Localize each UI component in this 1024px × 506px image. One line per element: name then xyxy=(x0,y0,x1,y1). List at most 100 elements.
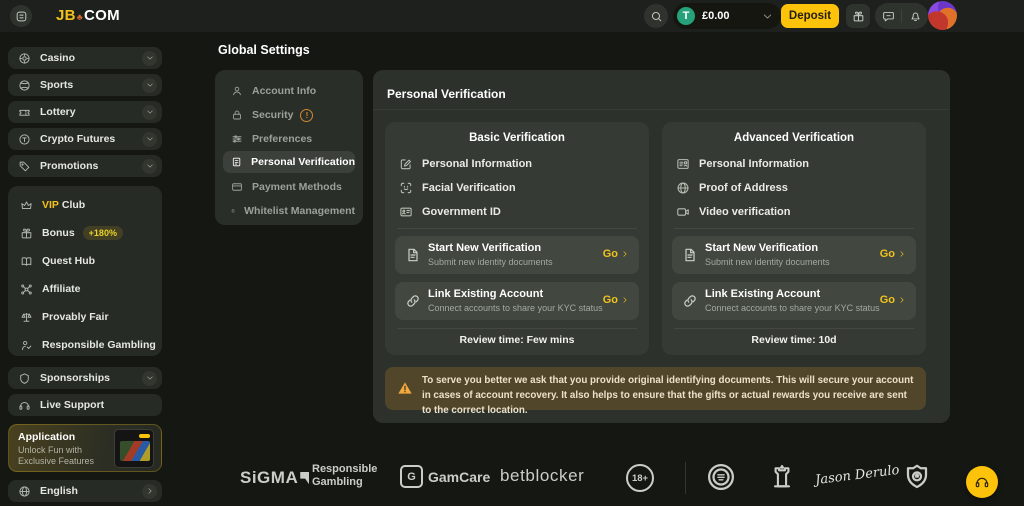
search-button[interactable] xyxy=(644,4,668,28)
expand-button[interactable] xyxy=(142,50,157,66)
sidebar-item-affiliate[interactable]: Affiliate xyxy=(12,276,158,302)
link-existing-account-row[interactable]: Link Existing Account Connect accounts t… xyxy=(672,282,916,320)
settings-item-payment-methods[interactable]: Payment Methods xyxy=(223,176,355,198)
document-icon xyxy=(405,247,421,263)
basic-verification-card: Basic Verification Personal Information … xyxy=(385,122,649,355)
sidebar-item-label: Provably Fair xyxy=(42,311,109,323)
settings-item-label: Payment Methods xyxy=(252,181,342,193)
sidebar-item-bonus[interactable]: Bonus +180% xyxy=(12,220,158,246)
sidebar-item-responsible-gambling[interactable]: Responsible Gambling xyxy=(12,332,158,358)
bonus-badge: +180% xyxy=(82,226,123,240)
bell-icon[interactable] xyxy=(909,10,922,23)
sidebar-item-label: Promotions xyxy=(40,160,99,172)
feature-label: Video verification xyxy=(699,206,791,218)
sigma-logo: SiGMA xyxy=(240,468,310,488)
go-link[interactable]: Go xyxy=(880,248,906,260)
expand-button[interactable] xyxy=(142,104,157,120)
feature-label: Government ID xyxy=(422,206,501,218)
jason-derulo-signature: Jason Derulo xyxy=(814,462,901,489)
casino-chip-icon xyxy=(18,52,31,65)
action-subtitle: Connect accounts to share your KYC statu… xyxy=(428,303,603,313)
lottery-ticket-icon xyxy=(18,106,31,119)
start-new-verification-row[interactable]: Start New Verification Submit new identi… xyxy=(672,236,916,274)
settings-menu: Account Info Security ! Preferences Pers… xyxy=(215,70,363,225)
feature-label: Personal Information xyxy=(422,158,533,170)
advanced-verification-card: Advanced Verification Personal Informati… xyxy=(662,122,926,355)
sidebar-item-sports[interactable]: Sports xyxy=(8,74,162,96)
action-subtitle: Submit new identity documents xyxy=(705,257,830,267)
deposit-button[interactable]: Deposit xyxy=(781,4,839,28)
expand-button[interactable] xyxy=(142,370,157,386)
feature-row: Video verification xyxy=(676,204,791,220)
betblocker-logo: betblocker xyxy=(500,466,585,485)
document-check-icon xyxy=(231,156,242,168)
menu-button[interactable] xyxy=(10,5,32,27)
section-title: Personal Verification xyxy=(387,87,506,101)
scale-icon xyxy=(20,311,33,324)
go-link[interactable]: Go xyxy=(603,294,629,306)
network-icon xyxy=(20,283,33,296)
warning-icon: ! xyxy=(300,108,314,122)
chevron-right-icon xyxy=(898,296,906,304)
sidebar-item-provably-fair[interactable]: Provably Fair xyxy=(12,304,158,330)
page-background: JB ♣ COM T £0.00 Deposit Casino Sports L… xyxy=(0,0,1024,506)
link-icon xyxy=(682,293,698,309)
sidebar-item-vip-club[interactable]: VIP Club xyxy=(12,192,158,218)
feature-row: Personal Information xyxy=(399,156,532,172)
feature-row: Government ID xyxy=(399,204,501,220)
link-existing-account-row[interactable]: Link Existing Account Connect accounts t… xyxy=(395,282,639,320)
sports-ball-icon xyxy=(18,79,31,92)
verification-notice: To serve you better we ask that you prov… xyxy=(385,367,926,416)
gamcare-logo: G GamCare xyxy=(400,465,490,488)
top-bar: JB ♣ COM T £0.00 Deposit xyxy=(0,0,1024,32)
action-subtitle: Connect accounts to share your KYC statu… xyxy=(705,303,880,313)
settings-item-preferences[interactable]: Preferences xyxy=(223,128,355,150)
gamcare-icon: G xyxy=(400,465,423,488)
go-link[interactable]: Go xyxy=(880,294,906,306)
feature-label: Proof of Address xyxy=(699,182,788,194)
profile-form-icon xyxy=(676,157,690,171)
rewards-button[interactable] xyxy=(846,4,870,28)
chevron-down-icon xyxy=(146,162,154,170)
expand-button[interactable] xyxy=(142,77,157,93)
settings-item-account-info[interactable]: Account Info xyxy=(223,80,355,102)
settings-item-whitelist-management[interactable]: Whitelist Management xyxy=(223,200,355,222)
divider xyxy=(397,328,637,329)
sidebar-item-quest-hub[interactable]: Quest Hub xyxy=(12,248,158,274)
card-icon xyxy=(231,181,243,193)
sidebar-item-live-support[interactable]: Live Support xyxy=(8,394,162,416)
sidebar-item-lottery[interactable]: Lottery xyxy=(8,101,162,123)
expand-button[interactable] xyxy=(142,158,157,174)
sidebar-item-label: Responsible Gambling xyxy=(42,339,156,351)
go-link[interactable]: Go xyxy=(603,248,629,260)
expand-button[interactable] xyxy=(142,131,157,147)
feature-row: Proof of Address xyxy=(676,180,788,196)
sidebar-item-casino[interactable]: Casino xyxy=(8,47,162,69)
divider xyxy=(674,228,914,229)
settings-item-label: Account Info xyxy=(252,85,317,97)
list-icon xyxy=(231,205,235,217)
balance-selector[interactable]: T £0.00 xyxy=(673,3,781,29)
settings-item-personal-verification[interactable]: Personal Verification xyxy=(223,151,355,173)
user-avatar[interactable] xyxy=(928,1,957,30)
site-logo[interactable]: JB ♣ COM xyxy=(56,7,120,24)
settings-item-label: Security xyxy=(252,109,294,121)
chevron-down-icon xyxy=(146,374,154,382)
support-fab-button[interactable] xyxy=(966,466,998,498)
chat-icon[interactable] xyxy=(882,10,895,23)
personal-verification-panel: Personal Verification Basic Verification… xyxy=(373,70,950,423)
chevron-down-icon xyxy=(762,11,773,22)
start-new-verification-row[interactable]: Start New Verification Submit new identi… xyxy=(395,236,639,274)
settings-item-security[interactable]: Security ! xyxy=(223,104,355,126)
sidebar-item-sponsorships[interactable]: Sponsorships xyxy=(8,367,162,389)
chevron-down-icon xyxy=(146,81,154,89)
sidebar-item-promotions[interactable]: Promotions xyxy=(8,155,162,177)
sidebar-item-crypto-futures[interactable]: Crypto Futures xyxy=(8,128,162,150)
action-title: Link Existing Account xyxy=(428,288,544,300)
page-title: Global Settings xyxy=(218,43,310,57)
document-icon xyxy=(682,247,698,263)
balance-amount: £0.00 xyxy=(702,10,730,22)
review-time: Review time: 10d xyxy=(751,334,837,346)
sidebar-item-label: Bonus xyxy=(42,227,75,239)
football-club-badge-icon xyxy=(706,462,736,492)
